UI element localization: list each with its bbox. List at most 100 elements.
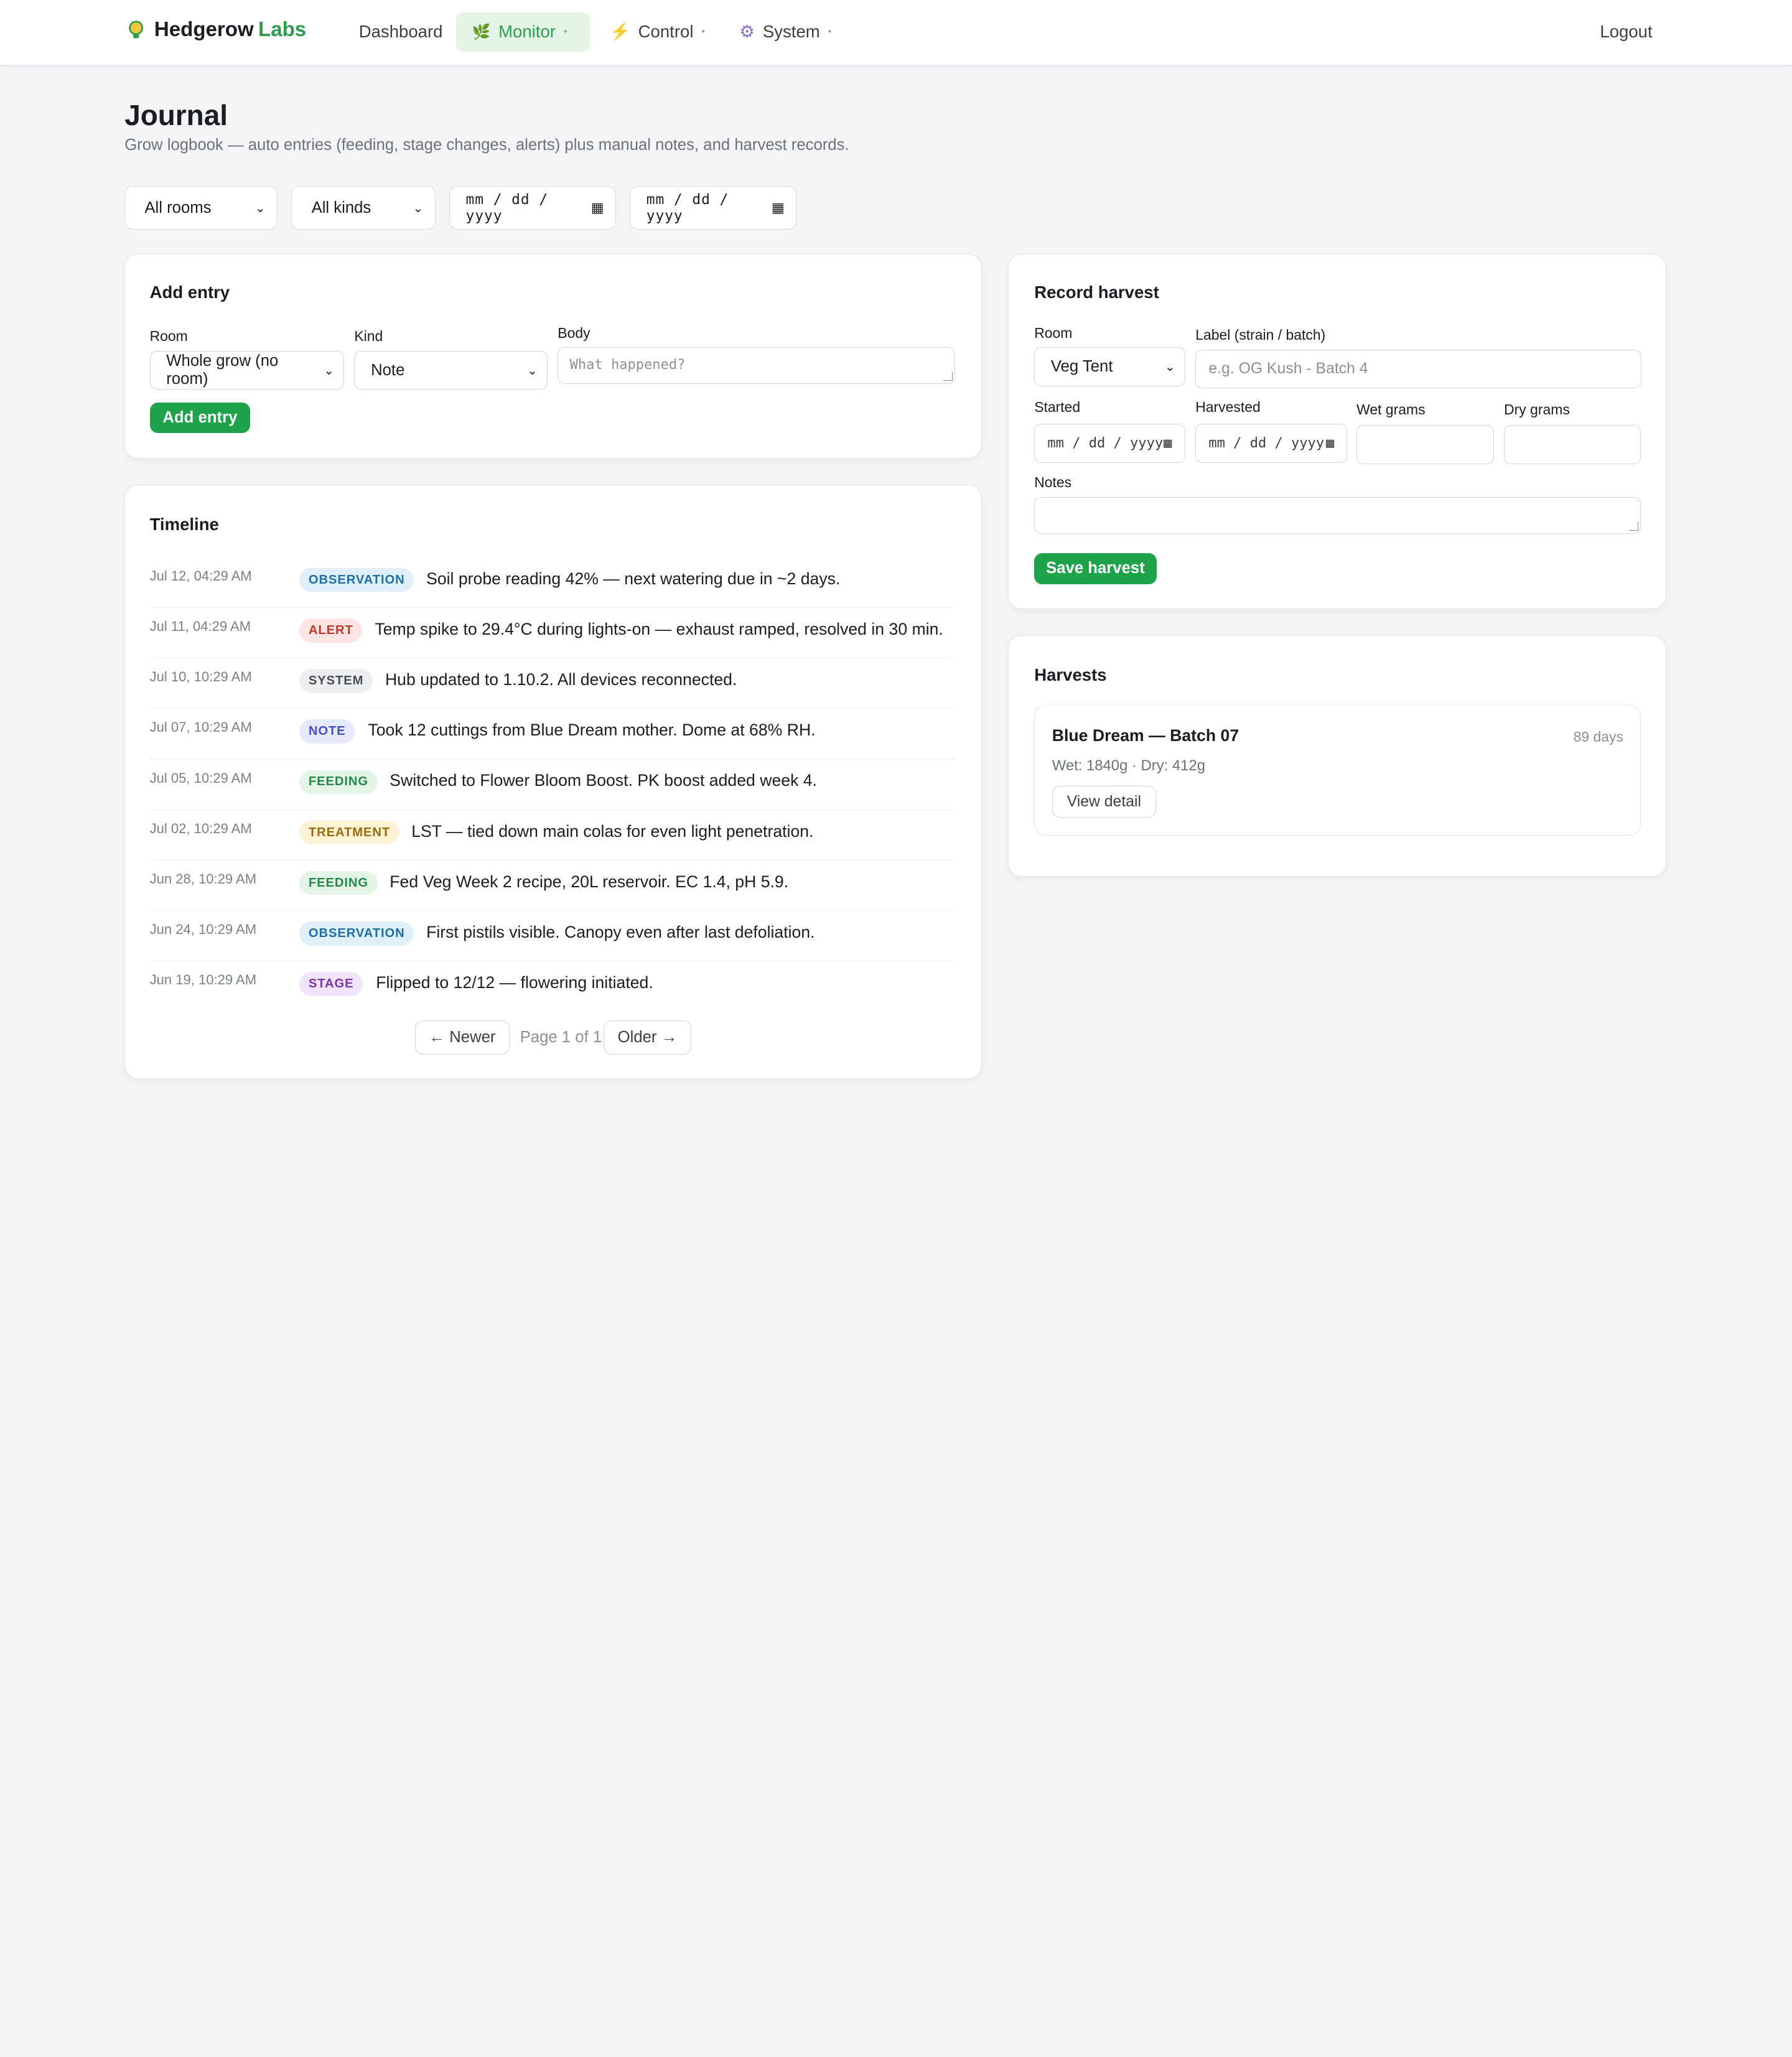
calendar-icon: ▦ — [771, 200, 785, 216]
started-date-input[interactable]: mm / dd / yyyy ▦ — [1034, 424, 1185, 463]
notes-label: Notes — [1034, 474, 1072, 491]
chevron-down-icon: ⌄ — [1165, 360, 1175, 375]
kind-badge: OBSERVATION — [299, 567, 414, 592]
timeline-title: Timeline — [149, 514, 219, 534]
kind-badge: OBSERVATION — [299, 921, 414, 946]
date-from-value: mm / dd / yyyy — [465, 192, 549, 225]
timeline-timestamp: Jun 28, 10:29 AM — [149, 870, 257, 887]
harvest-item-name: Blue Dream — Batch 07 — [1052, 726, 1239, 745]
timeline-timestamp: Jun 19, 10:29 AM — [149, 972, 257, 988]
entry-kind-label: Kind — [354, 328, 383, 345]
brand-suffix: Labs — [258, 18, 307, 42]
room-filter-select[interactable]: All rooms ⌄ — [124, 186, 278, 230]
date-to-value: mm / dd / yyyy — [646, 192, 729, 225]
add-entry-button[interactable]: Add entry — [149, 402, 251, 434]
chevron-down-icon: ⌄ — [413, 201, 424, 215]
nav-control[interactable]: ⚡ Control • — [594, 12, 721, 51]
harvest-item: Blue Dream — Batch 07 89 days Wet: 1840g… — [1034, 705, 1641, 836]
calendar-icon: ▦ — [1164, 436, 1172, 452]
timeline-timestamp: Jul 11, 04:29 AM — [149, 618, 251, 634]
view-detail-button[interactable]: View detail — [1052, 785, 1156, 818]
timeline-row: Jul 12, 04:29 AM OBSERVATION Soil probe re… — [149, 557, 956, 609]
logout-link[interactable]: Logout — [1600, 22, 1652, 42]
harvested-label: Harvested — [1195, 399, 1261, 415]
older-page-button[interactable]: Older → — [603, 1020, 692, 1055]
chevron-down-icon: ⌄ — [255, 201, 266, 215]
timeline-text: LST — tied down main colas for even ligh… — [411, 821, 814, 841]
timeline-timestamp: Jun 24, 10:29 AM — [149, 921, 257, 938]
entry-body-placeholder: What happened? — [569, 357, 686, 373]
chevron-down-icon: • — [563, 26, 567, 38]
timeline-text: Switched to Flower Bloom Boost. PK boost… — [390, 771, 817, 790]
resize-handle-icon[interactable] — [943, 371, 953, 381]
calendar-icon: ▦ — [590, 200, 604, 216]
wet-grams-label: Wet grams — [1356, 401, 1426, 417]
brand-name: Hedgerow — [154, 18, 254, 42]
brand[interactable]: Hedgerow Labs — [127, 18, 306, 42]
timeline-row: Jun 19, 10:29 AM STAGE Flipped to 12/12 — … — [150, 962, 956, 1012]
timeline-row: Jun 24, 10:29 AM OBSERVATION First pistils… — [149, 912, 956, 962]
kind-filter-select[interactable]: All kinds ⌄ — [291, 186, 436, 230]
notes-textarea[interactable] — [1034, 497, 1641, 534]
date-from-input[interactable]: mm / dd / yyyy ▦ — [449, 186, 616, 230]
resize-handle-icon[interactable] — [1629, 521, 1638, 531]
chevron-down-icon: • — [828, 26, 832, 38]
dry-grams-label: Dry grams — [1504, 401, 1570, 417]
lightning-icon: ⚡ — [610, 23, 630, 41]
timeline-text: Took 12 cuttings from Blue Dream mother.… — [368, 721, 816, 740]
timeline-row: Jul 05, 10:29 AM FEEDING Switched to Flowe… — [149, 760, 956, 810]
timeline-text: Flipped to 12/12 — flowering initiated. — [376, 973, 653, 992]
page-title: Journal — [124, 98, 228, 131]
entry-room-value: Whole grow (no room) — [166, 352, 279, 388]
kind-filter-value: All kinds — [311, 198, 371, 217]
kind-badge: STAGE — [299, 972, 363, 996]
harvest-label-placeholder: e.g. OG Kush - Batch 4 — [1208, 360, 1368, 378]
entry-body-textarea[interactable]: What happened? — [558, 347, 956, 385]
nav-dashboard-label: Dashboard — [358, 22, 443, 42]
page-info: Page 1 of 1 — [520, 1028, 602, 1047]
kind-badge: FEEDING — [299, 770, 378, 795]
harvest-label-input[interactable]: e.g. OG Kush - Batch 4 — [1195, 350, 1641, 389]
kind-badge: NOTE — [299, 719, 355, 744]
newer-page-button[interactable]: ← Newer — [414, 1020, 510, 1055]
timeline-timestamp: Jul 10, 10:29 AM — [149, 669, 252, 685]
chevron-down-icon: • — [701, 26, 706, 38]
nav-control-label: Control — [638, 22, 694, 42]
timeline-timestamp: Jul 07, 10:29 AM — [149, 719, 252, 735]
timeline-row: Jul 10, 10:29 AM SYSTEM Hub updated to 1.1… — [149, 659, 956, 709]
kind-badge: TREATMENT — [299, 820, 399, 845]
timeline-timestamp: Jul 02, 10:29 AM — [149, 820, 252, 836]
harvests-title: Harvests — [1034, 665, 1107, 684]
page-subtitle: Grow logbook — auto entries (feeding, st… — [124, 136, 849, 154]
record-harvest-title: Record harvest — [1034, 282, 1159, 302]
started-date-value: mm / dd / yyyy — [1047, 436, 1164, 452]
timeline-text: Hub updated to 1.10.2. All devices recon… — [385, 670, 737, 689]
timeline-row: Jun 28, 10:29 AM FEEDING Fed Veg Week 2 re… — [149, 861, 956, 912]
timeline-text: Soil probe reading 42% — next watering d… — [426, 569, 841, 588]
timeline-text: First pistils visible. Canopy even after… — [426, 922, 815, 941]
kind-badge: FEEDING — [299, 870, 378, 895]
timeline-timestamp: Jul 12, 04:29 AM — [149, 567, 252, 584]
top-nav: Hedgerow Labs Dashboard 🌿 Monitor • ⚡ Co… — [0, 0, 1792, 65]
harvested-date-input[interactable]: mm / dd / yyyy ▦ — [1195, 424, 1348, 463]
harvest-room-label: Room — [1034, 324, 1073, 341]
harvest-room-select[interactable]: Veg Tent ⌄ — [1034, 347, 1185, 386]
entry-room-select[interactable]: Whole grow (no room) ⌄ — [149, 350, 344, 390]
nav-monitor[interactable]: 🌿 Monitor • — [455, 12, 590, 52]
leaf-icon: 🌿 — [472, 23, 491, 40]
entry-kind-select[interactable]: Note ⌄ — [354, 350, 548, 390]
wet-grams-input[interactable] — [1356, 425, 1494, 464]
nav-system-label: System — [762, 22, 820, 42]
dry-grams-input[interactable] — [1504, 425, 1641, 464]
gear-icon: ⚙ — [739, 22, 755, 42]
timeline-row: Jul 02, 10:29 AM TREATMENT LST — tied down… — [149, 810, 956, 861]
save-harvest-button[interactable]: Save harvest — [1034, 553, 1157, 584]
timeline-timestamp: Jul 05, 10:29 AM — [149, 770, 252, 786]
add-entry-title: Add entry — [149, 282, 230, 302]
started-label: Started — [1034, 399, 1081, 415]
kind-badge: SYSTEM — [299, 669, 373, 693]
nav-dashboard[interactable]: Dashboard — [343, 12, 459, 51]
date-to-input[interactable]: mm / dd / yyyy ▦ — [630, 186, 797, 230]
nav-system[interactable]: ⚙ System • — [724, 12, 847, 51]
timeline-row: Jul 07, 10:29 AM NOTE Took 12 cuttings fro… — [149, 709, 956, 760]
